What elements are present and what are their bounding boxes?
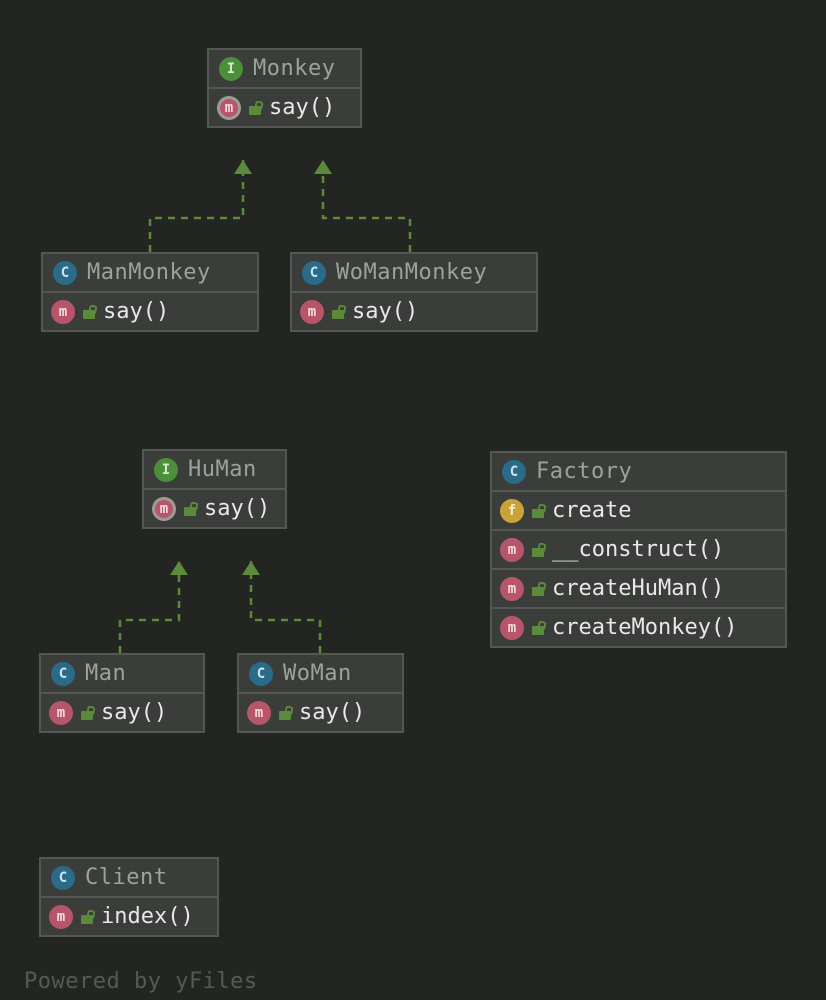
node-title-text: WoMan — [283, 661, 352, 686]
node-monkey[interactable]: I Monkey m say() — [207, 48, 362, 128]
inheritance-connector — [251, 561, 320, 653]
node-title: C Man — [41, 655, 203, 694]
class-icon: C — [51, 866, 75, 890]
member-label: createMonkey() — [552, 615, 737, 640]
node-client[interactable]: C Client m index() — [39, 857, 219, 937]
node-title-text: WoManMonkey — [336, 260, 487, 285]
arrowhead-icon — [170, 561, 188, 575]
class-icon: C — [51, 662, 75, 686]
node-title: C WoMan — [239, 655, 402, 694]
visibility-lock-icon — [81, 910, 93, 924]
node-title-text: Monkey — [253, 56, 335, 81]
member-label: say() — [101, 700, 167, 725]
field-icon: f — [500, 499, 524, 523]
method-icon: m — [49, 905, 73, 929]
member-label: createHuMan() — [552, 576, 724, 601]
class-icon: C — [53, 261, 77, 285]
method-icon: m — [500, 616, 524, 640]
visibility-lock-icon — [184, 502, 196, 516]
inheritance-connector — [323, 160, 410, 252]
member-row[interactable]: m __construct() — [492, 529, 785, 568]
abstract-method-icon: m — [152, 497, 176, 521]
interface-icon: I — [219, 57, 243, 81]
interface-icon: I — [154, 458, 178, 482]
method-icon: m — [247, 701, 271, 725]
visibility-lock-icon — [532, 582, 544, 596]
member-label: create — [552, 498, 631, 523]
class-icon: C — [249, 662, 273, 686]
visibility-lock-icon — [532, 543, 544, 557]
member-row[interactable]: m say() — [239, 694, 402, 731]
node-title: C WoManMonkey — [292, 254, 536, 293]
inheritance-connector — [150, 160, 243, 252]
inheritance-connector — [120, 561, 179, 653]
member-label: say() — [204, 496, 270, 521]
member-label: index() — [101, 904, 194, 929]
method-icon: m — [500, 577, 524, 601]
visibility-lock-icon — [532, 504, 544, 518]
member-row[interactable]: m createHuMan() — [492, 568, 785, 607]
visibility-lock-icon — [532, 621, 544, 635]
node-man[interactable]: C Man m say() — [39, 653, 205, 733]
member-label: say() — [352, 299, 418, 324]
node-title: I HuMan — [144, 451, 285, 490]
visibility-lock-icon — [249, 101, 261, 115]
class-icon: C — [502, 460, 526, 484]
node-title: I Monkey — [209, 50, 360, 89]
method-icon: m — [300, 300, 324, 324]
footer-credit: Powered by yFiles — [24, 969, 258, 994]
member-label: say() — [299, 700, 365, 725]
visibility-lock-icon — [332, 305, 344, 319]
abstract-method-icon: m — [217, 96, 241, 120]
node-manmonkey[interactable]: C ManMonkey m say() — [41, 252, 259, 332]
node-title: C ManMonkey — [43, 254, 257, 293]
node-title-text: Client — [85, 865, 167, 890]
visibility-lock-icon — [81, 706, 93, 720]
node-title: C Factory — [492, 453, 785, 492]
member-row[interactable]: m say() — [209, 89, 360, 126]
class-icon: C — [302, 261, 326, 285]
arrowhead-icon — [234, 160, 252, 174]
visibility-lock-icon — [279, 706, 291, 720]
node-woman[interactable]: C WoMan m say() — [237, 653, 404, 733]
arrowhead-icon — [314, 160, 332, 174]
visibility-lock-icon — [83, 305, 95, 319]
method-icon: m — [51, 300, 75, 324]
diagram-canvas: I Monkey msay() C ManMonkey msay() C WoM… — [0, 0, 826, 1000]
node-title-text: Factory — [536, 459, 632, 484]
node-title-text: Man — [85, 661, 126, 686]
node-title: C Client — [41, 859, 217, 898]
node-title-text: HuMan — [188, 457, 257, 482]
member-row[interactable]: m say() — [41, 694, 203, 731]
node-human[interactable]: I HuMan m say() — [142, 449, 287, 529]
method-icon: m — [500, 538, 524, 562]
arrowhead-icon — [242, 561, 260, 575]
node-womanmonkey[interactable]: C WoManMonkey m say() — [290, 252, 538, 332]
member-row[interactable]: f create — [492, 492, 785, 529]
member-row[interactable]: m index() — [41, 898, 217, 935]
member-row[interactable]: m say() — [144, 490, 285, 527]
member-row[interactable]: m createMonkey() — [492, 607, 785, 646]
member-row[interactable]: m say() — [43, 293, 257, 330]
node-title-text: ManMonkey — [87, 260, 211, 285]
member-row[interactable]: m say() — [292, 293, 536, 330]
member-label: say() — [103, 299, 169, 324]
member-label: __construct() — [552, 537, 724, 562]
member-label: say() — [269, 95, 335, 120]
node-factory[interactable]: C Factory fcreatem__construct()mcreateHu… — [490, 451, 787, 648]
method-icon: m — [49, 701, 73, 725]
